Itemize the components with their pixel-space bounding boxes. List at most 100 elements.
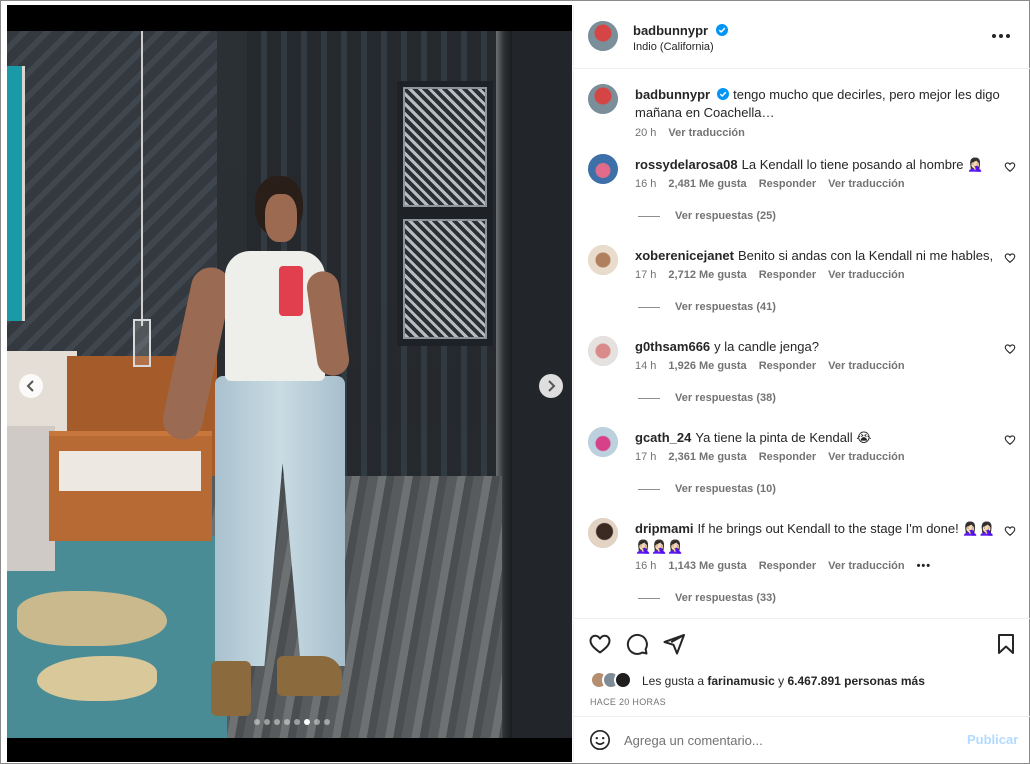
verified-badge-icon xyxy=(717,88,730,100)
publish-button[interactable]: Publicar xyxy=(967,732,1018,747)
photo-person-boot xyxy=(211,661,251,716)
caption-meta: 20 h Ver traducción xyxy=(635,127,757,139)
see-translation-link[interactable]: Ver traducción xyxy=(828,269,904,281)
reply-button[interactable]: Responder xyxy=(759,451,816,463)
commenter-avatar[interactable] xyxy=(588,245,618,275)
commenter-username[interactable]: gcath_24 xyxy=(635,430,691,445)
emoji-icon[interactable] xyxy=(589,729,611,751)
commenter-avatar[interactable] xyxy=(588,154,618,184)
view-replies-button[interactable]: Ver respuestas (33) xyxy=(638,592,776,604)
photo-rug-pattern xyxy=(37,656,157,701)
comment-text-block: dripmami If he brings out Kendall to the … xyxy=(635,520,1000,556)
comment-text-block: xoberenicejanet Benito si andas con la Ke… xyxy=(635,247,1000,265)
commenter-username[interactable]: xoberenicejanet xyxy=(635,248,734,263)
more-options-icon[interactable] xyxy=(992,27,1014,45)
liked-by-username[interactable]: farinamusic xyxy=(707,674,774,688)
comment-likes[interactable]: 2,361 Me gusta xyxy=(668,451,746,463)
photo-bed xyxy=(7,426,55,571)
view-replies-label: Ver respuestas (41) xyxy=(675,301,776,313)
comment-likes[interactable]: 2,712 Me gusta xyxy=(668,269,746,281)
comment-more-icon[interactable]: ••• xyxy=(917,560,932,572)
reply-button[interactable]: Responder xyxy=(759,178,816,190)
post-photo[interactable] xyxy=(7,31,572,738)
post-location[interactable]: Indio (California) xyxy=(633,41,714,53)
comment-meta: 17 h 2,712 Me gusta Responder Ver traducció… xyxy=(635,269,917,281)
verified-badge-icon xyxy=(715,24,728,36)
carousel-dot xyxy=(264,719,270,725)
author-username[interactable]: badbunnypr xyxy=(633,23,708,38)
likes-count[interactable]: 6.467.891 personas más xyxy=(787,674,924,688)
carousel-dot xyxy=(304,719,310,725)
carousel-indicator xyxy=(254,719,330,725)
replies-divider xyxy=(638,215,660,217)
comment-input[interactable] xyxy=(624,729,954,751)
comment-text: La Kendall lo tiene posando al hombre 🤦🏻… xyxy=(741,157,984,172)
photo-art-tile xyxy=(403,87,487,207)
author-name-row: badbunnypr xyxy=(633,22,728,40)
liked-avatar xyxy=(614,671,632,689)
view-replies-button[interactable]: Ver respuestas (41) xyxy=(638,301,776,313)
comment-icon[interactable] xyxy=(625,632,649,656)
carousel-dot xyxy=(254,719,260,725)
carousel-next-button[interactable] xyxy=(539,374,563,398)
photo-person-boot xyxy=(277,656,342,696)
view-replies-button[interactable]: Ver respuestas (38) xyxy=(638,392,776,404)
carousel-dot xyxy=(294,719,300,725)
comment-like-heart-icon[interactable] xyxy=(1004,343,1016,355)
comment-likes[interactable]: 2,481 Me gusta xyxy=(668,178,746,190)
view-replies-label: Ver respuestas (33) xyxy=(675,592,776,604)
carousel-dot xyxy=(324,719,330,725)
see-translation-link[interactable]: Ver traducción xyxy=(828,451,904,463)
author-avatar[interactable] xyxy=(588,21,618,51)
comment-like-heart-icon[interactable] xyxy=(1004,161,1016,173)
share-icon[interactable] xyxy=(662,632,686,656)
comment-text-block: g0thsam666 y la candle jenga? xyxy=(635,338,1000,356)
post-time-ago[interactable]: HACE 20 HORAS xyxy=(590,697,666,707)
commenter-avatar[interactable] xyxy=(588,427,618,457)
replies-divider xyxy=(638,597,660,599)
comment-like-heart-icon[interactable] xyxy=(1004,434,1016,446)
save-icon[interactable] xyxy=(994,632,1018,656)
view-replies-button[interactable]: Ver respuestas (25) xyxy=(638,210,776,222)
photo-lamp xyxy=(133,319,151,367)
comment-time[interactable]: 16 h xyxy=(635,560,656,572)
comment-time[interactable]: 14 h xyxy=(635,360,656,372)
chevron-left-icon xyxy=(26,380,34,392)
comment-likes[interactable]: 1,143 Me gusta xyxy=(668,560,746,572)
commenter-username[interactable]: rossydelarosa08 xyxy=(635,157,738,172)
see-translation-link[interactable]: Ver traducción xyxy=(828,560,904,572)
view-replies-button[interactable]: Ver respuestas (10) xyxy=(638,483,776,495)
caption-text-block: badbunnypr tengo mucho que decirles, pero… xyxy=(635,86,1000,122)
photo-person-phone xyxy=(279,266,303,316)
comment-time[interactable]: 17 h xyxy=(635,451,656,463)
likes-prefix: Les gusta a xyxy=(642,674,705,688)
commenter-username[interactable]: dripmami xyxy=(635,521,694,536)
commenter-avatar[interactable] xyxy=(588,518,618,548)
likes-summary[interactable]: Les gusta a farinamusic y 6.467.891 pers… xyxy=(642,674,925,688)
author-avatar[interactable] xyxy=(588,84,618,114)
commenter-avatar[interactable] xyxy=(588,336,618,366)
post-media xyxy=(7,5,572,762)
reply-button[interactable]: Responder xyxy=(759,269,816,281)
reply-button[interactable]: Responder xyxy=(759,360,816,372)
see-translation-link[interactable]: Ver traducción xyxy=(828,178,904,190)
see-translation-link[interactable]: Ver traducción xyxy=(668,127,744,139)
comment-like-heart-icon[interactable] xyxy=(1004,252,1016,264)
see-translation-link[interactable]: Ver traducción xyxy=(828,360,904,372)
carousel-dot xyxy=(314,719,320,725)
commenter-username[interactable]: g0thsam666 xyxy=(635,339,710,354)
comments-section[interactable]: badbunnypr tengo mucho que decirles, pero… xyxy=(574,70,1030,618)
photo-person-face xyxy=(265,194,297,242)
comment-like-heart-icon[interactable] xyxy=(1004,525,1016,537)
photo-lamp-cord xyxy=(141,31,143,326)
caption-username[interactable]: badbunnypr xyxy=(635,87,710,102)
comment-time[interactable]: 16 h xyxy=(635,178,656,190)
liked-by-avatars[interactable] xyxy=(590,671,632,691)
carousel-prev-button[interactable] xyxy=(19,374,43,398)
comment-text: Ya tiene la pinta de Kendall 😭 xyxy=(695,430,872,445)
comment-likes[interactable]: 1,926 Me gusta xyxy=(668,360,746,372)
window-frame: badbunnypr Indio (California) badbunnypr… xyxy=(0,0,1030,764)
comment-time[interactable]: 17 h xyxy=(635,269,656,281)
heart-icon[interactable] xyxy=(588,632,612,656)
reply-button[interactable]: Responder xyxy=(759,560,816,572)
